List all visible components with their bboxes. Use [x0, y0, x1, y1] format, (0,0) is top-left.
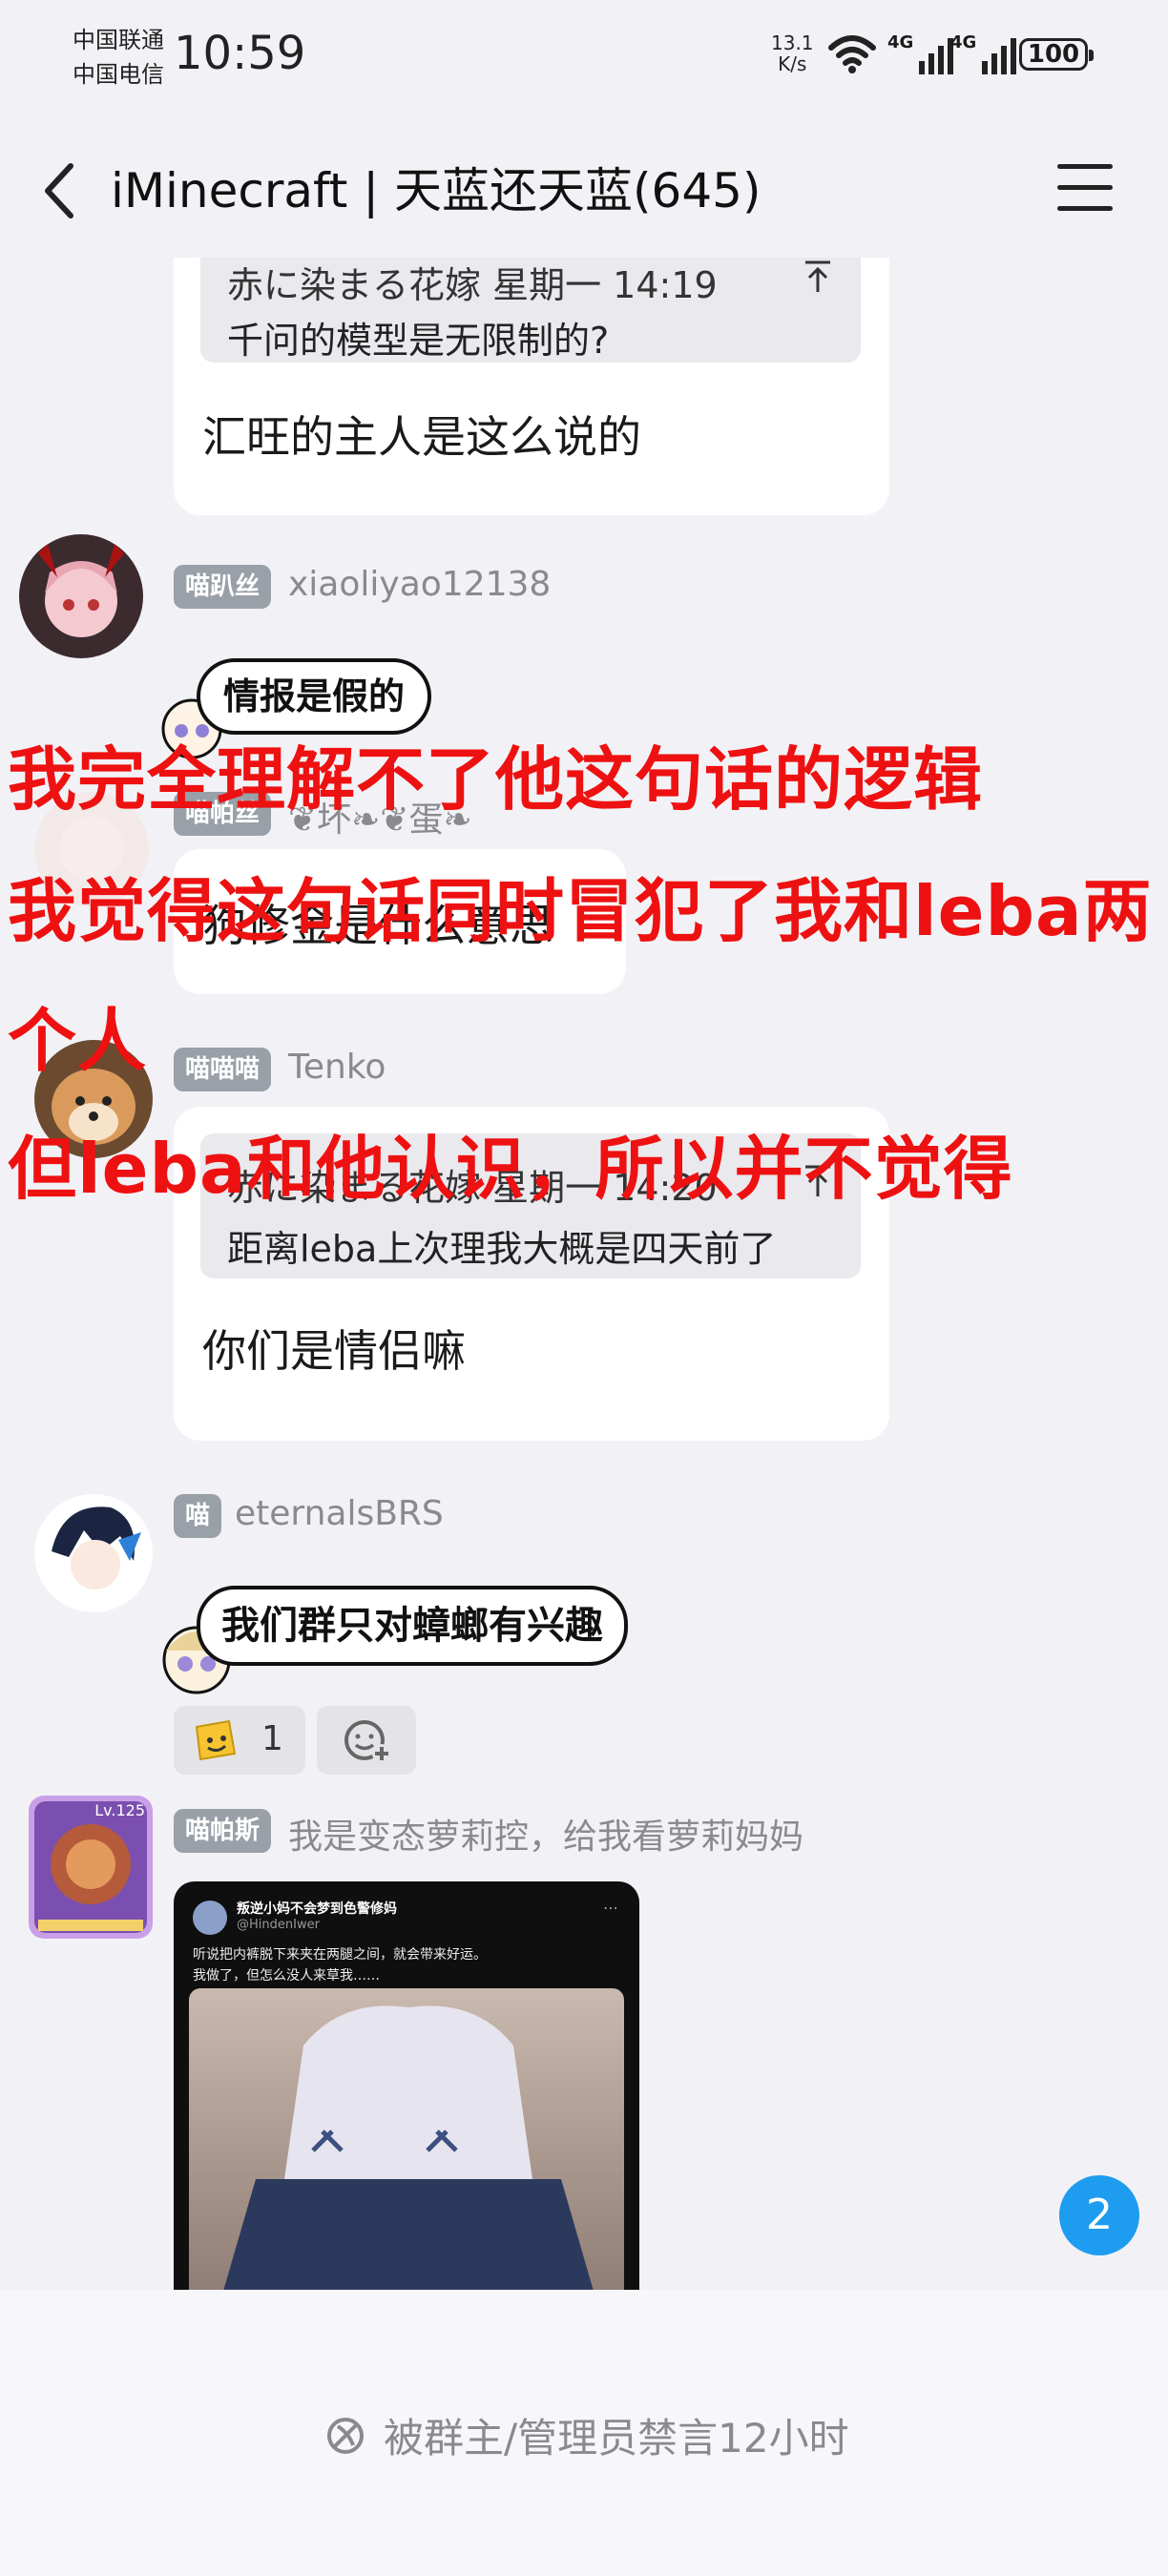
reaction-count: 1 [261, 1719, 283, 1758]
input-area-muted: 被群主/管理员禁言12小时 [0, 2290, 1168, 2576]
unread-count-badge[interactable]: 2 [1059, 2175, 1139, 2255]
level-label: Lv.125 [94, 1801, 145, 1819]
overlay-text-line-3: 个人 [8, 1001, 148, 1081]
battery-icon: 100 [1019, 38, 1094, 71]
quote-text: 千问的模型是无限制的? [227, 320, 610, 362]
sender-name[interactable]: 我是变态萝莉控，给我看萝莉妈妈 [288, 1809, 803, 1859]
post-handle: @HindenIwer [237, 1918, 320, 1932]
quoted-message[interactable]: 赤に染まる花嫁 星期一 14:19 千问的模型是无限制的? [200, 258, 861, 363]
sender-name[interactable]: eternalsBRS [235, 1494, 444, 1533]
quote-text: 距离leba上次理我大概是四天前了 [227, 1228, 777, 1270]
carrier-labels: 中国联通 中国电信 [73, 23, 164, 92]
back-arrow-icon[interactable] [40, 160, 78, 221]
photo-image [189, 1988, 624, 2290]
menu-icon[interactable] [1057, 164, 1113, 218]
sender-name[interactable]: Tenko [288, 1048, 386, 1087]
member-title-badge: 喵喵喵 [174, 1048, 272, 1091]
avatar[interactable] [19, 534, 143, 658]
avatar[interactable]: Lv.125 [29, 1796, 153, 1939]
post-text-line-1: 听说把内裤脱下来夹在两腿之间，就会带来好运。 [193, 1947, 487, 1963]
muted-icon [327, 2417, 364, 2454]
chat-header: iMinecraft | 天蓝还天蓝(645) [0, 124, 1168, 258]
message-bubble[interactable]: 赤に染まる花嫁 星期一 14:19 千问的模型是无限制的? 汇旺的主人是这么说的 [174, 258, 889, 515]
message-list[interactable]: 赤に染まる花嫁 星期一 14:19 千问的模型是无限制的? 汇旺的主人是这么说的… [0, 258, 1168, 2290]
post-author: 叛逆小妈不会梦到色警修妈 [237, 1901, 397, 1917]
chat-title[interactable]: iMinecraft | 天蓝还天蓝(645) [111, 160, 761, 221]
signal-2-label: 4G [950, 32, 977, 52]
network-speed: 13.1 K/s [771, 32, 814, 74]
message-text: 汇旺的主人是这么说的 [202, 411, 641, 463]
cell-signal-1-icon: 4G [887, 32, 954, 74]
net-speed-unit: K/s [778, 52, 807, 75]
muted-notice: 被群主/管理员禁言12小时 [324, 2406, 849, 2464]
post-text-line-2: 我做了，但怎么没人来草我…… [193, 1968, 380, 1984]
post-avatar [193, 1901, 227, 1935]
anime-girl-avatar-icon [19, 534, 143, 658]
avatar[interactable] [34, 1494, 153, 1612]
wifi-icon [828, 35, 876, 73]
message-text: 你们是情侣嘛 [202, 1325, 466, 1377]
muted-text: 被群主/管理员禁言12小时 [384, 2415, 849, 2462]
jump-to-quote-icon[interactable] [803, 260, 832, 294]
image-message[interactable]: 叛逆小妈不会梦到色警修妈 @HindenIwer ⋯ 听说把内裤脱下来夹在两腿之… [174, 1881, 639, 2290]
carrier-1: 中国联通 [73, 27, 164, 53]
anime-boy-avatar-icon [34, 1494, 153, 1612]
status-bar: 中国联通 中国电信 10:59 13.1 K/s 4G 4G 100 [0, 0, 1168, 124]
more-icon: ⋯ [603, 1899, 618, 1917]
carrier-2: 中国电信 [73, 61, 164, 88]
member-title-badge: 喵帕斯 [174, 1809, 272, 1853]
add-reaction-button[interactable] [317, 1706, 416, 1775]
sender-name[interactable]: xiaoliyao12138 [288, 565, 551, 604]
overlay-text-line-1: 我完全理解不了他这句话的逻辑 [8, 739, 984, 820]
member-title-badge: 喵 [174, 1494, 222, 1538]
yellow-emoji-icon [195, 1719, 237, 1761]
quote-author: 赤に染まる花嫁 星期一 14:19 [227, 264, 718, 306]
add-emoji-icon [344, 1720, 391, 1763]
member-title-badge: 喵趴丝 [174, 565, 272, 609]
reaction-chip[interactable]: 1 [174, 1706, 305, 1775]
cell-signal-2-icon: 4G [950, 32, 1017, 74]
speech-sticker[interactable]: 我们群只对蟑螂有兴趣 [197, 1586, 628, 1666]
signal-1-label: 4G [887, 32, 914, 52]
net-speed-value: 13.1 [771, 31, 814, 54]
overlay-text-line-2: 我觉得这句话同时冒犯了我和leba两 [8, 871, 1153, 951]
clock: 10:59 [174, 27, 306, 80]
overlay-text-line-4: 但leba和他认识，所以并不觉得 [8, 1129, 1013, 1209]
